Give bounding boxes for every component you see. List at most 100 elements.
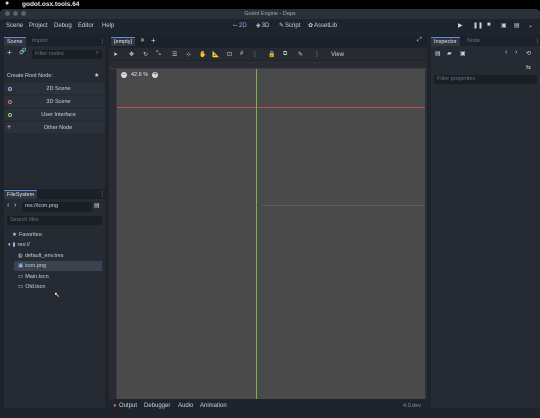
debugger-tab[interactable]: Debugger (144, 403, 170, 409)
tab-scene[interactable]: Scene (4, 37, 26, 46)
rotate-mode-icon[interactable]: ↻ (143, 51, 148, 58)
script-icon: ✎ (279, 23, 285, 29)
menu-help[interactable]: Help (102, 23, 114, 29)
play-custom-scene-icon[interactable]: ▤ (514, 22, 520, 29)
history-back-icon[interactable]: ‹ (505, 49, 507, 56)
file-label: icon.png (25, 263, 46, 269)
more-options-icon[interactable]: ⋮ (314, 51, 320, 58)
scene-tab-empty[interactable]: [empty] (111, 37, 136, 46)
lock-icon[interactable]: 🔒 (268, 51, 275, 58)
workspace-2d-button[interactable]: ⌙ 2D (233, 22, 247, 30)
menu-editor[interactable]: Editor (78, 23, 94, 29)
error-dot-icon: ● (113, 403, 117, 409)
scene-dock: Scene Import ⋮ + 🔗 Filter nodes ⌕ Create… (4, 36, 106, 194)
zoom-in-icon[interactable]: + (152, 72, 159, 78)
menu-project[interactable]: Project (29, 23, 48, 29)
window-titlebar: Godot Engine - Daps (0, 9, 540, 19)
tab-inspector[interactable]: Inspector (431, 37, 460, 46)
group-icon[interactable]: ⧉ (283, 51, 287, 58)
favorites-label: Favorites: (18, 232, 44, 238)
macos-menubar: ● godot.osx.tools.64 (0, 0, 540, 9)
zoom-level[interactable]: 42.6 % (131, 72, 148, 78)
property-tools-icon[interactable]: ⇆ (526, 64, 531, 71)
save-resource-icon[interactable]: ▣ (460, 50, 466, 57)
filesystem-dock: FileSystem ⋮ ‹ › res://icon.png ▤ Search… (4, 189, 106, 408)
favorites-item[interactable]: ★ Favorites: (12, 230, 43, 240)
animation-tab[interactable]: Animation (200, 403, 227, 409)
canvas-viewport[interactable]: − 42.6 % + (117, 69, 425, 406)
filter-properties-input[interactable]: Filter properties (434, 75, 537, 84)
apple-icon[interactable]: ● (5, 0, 9, 7)
workspace-assetlib-button[interactable]: ✿ AssetLib (308, 22, 337, 30)
3d-icon: ◈ (256, 23, 261, 29)
history-forward-icon[interactable]: › (515, 49, 517, 56)
workspace-script-button[interactable]: ✎ Script (279, 22, 301, 30)
workspace-3d-button[interactable]: ◈ 3D (256, 22, 269, 30)
root-3d-scene-button[interactable]: 3D Scene (4, 96, 105, 107)
menu-debug[interactable]: Debug (54, 23, 72, 29)
inspector-menu-icon[interactable]: ⋮ (534, 37, 540, 45)
file-label: default_env.tres (24, 253, 64, 259)
forward-icon[interactable]: › (14, 202, 16, 209)
dock-menu-icon[interactable]: ⋮ (99, 37, 106, 45)
horizontal-ruler[interactable] (109, 61, 427, 69)
instance-scene-icon[interactable]: 🔗 (19, 48, 26, 55)
menu-scene[interactable]: Scene (6, 23, 23, 29)
add-node-icon[interactable]: + (7, 48, 12, 57)
distraction-free-icon[interactable]: ⤢ (417, 37, 422, 44)
new-scene-tab-icon[interactable]: + (151, 36, 156, 45)
close-tab-icon[interactable]: ✕ (140, 37, 145, 44)
output-tab[interactable]: Output (119, 403, 137, 409)
file-item[interactable]: ▭ Old.tscn (18, 282, 45, 292)
zoom-out-icon[interactable]: − (121, 72, 127, 78)
back-icon[interactable]: ‹ (7, 202, 9, 209)
renderer-dropdown-icon[interactable]: ⌄ (528, 22, 533, 29)
scale-mode-icon[interactable]: ⤡ (156, 51, 161, 58)
assetlib-icon: ✿ (308, 23, 314, 29)
grid-snap-icon[interactable]: # (240, 51, 243, 57)
filesystem-menu-icon[interactable]: ⋮ (99, 190, 106, 198)
workspace-2d-label: 2D (239, 22, 247, 29)
pan-mode-icon[interactable]: ✋ (199, 51, 206, 58)
tab-node[interactable]: Node (464, 37, 483, 45)
file-item[interactable]: ▭ Main.tscn (18, 272, 49, 282)
version-label: 4.0.dev (403, 403, 422, 409)
res-root-item[interactable]: ▾ ▮ res:// (8, 240, 30, 250)
search-files-input[interactable]: Search files (7, 216, 102, 225)
pause-icon[interactable]: ❚❚ (473, 22, 483, 29)
audio-tab[interactable]: Audio (178, 403, 193, 409)
app-name: godot.osx.tools.64 (22, 1, 80, 8)
root-user-interface-button[interactable]: User Interface (4, 109, 105, 120)
view-menu[interactable]: View (331, 52, 344, 58)
ruler-mode-icon[interactable]: 📐 (212, 51, 219, 58)
play-scene-icon[interactable]: ▣ (501, 22, 507, 29)
object-history-icon[interactable]: ⟲ (526, 50, 531, 57)
play-icon[interactable]: ▶ (458, 22, 463, 29)
root-other-node-button[interactable]: + Other Node (4, 122, 105, 133)
filesystem-path-input[interactable]: res://icon.png (22, 202, 92, 212)
move-mode-icon[interactable]: ✥ (129, 51, 134, 58)
pivot-mode-icon[interactable]: ⊹ (186, 51, 191, 58)
file-item-selected[interactable]: ▣ icon.png (14, 261, 102, 271)
snap-options-icon[interactable]: ⋮ (252, 51, 258, 58)
list-select-icon[interactable]: ☰ (172, 51, 177, 58)
load-resource-icon[interactable]: ▰ (447, 50, 452, 57)
filter-properties-placeholder: Filter properties (437, 76, 476, 82)
select-mode-icon[interactable]: ➤ (113, 51, 118, 58)
workspace-script-label: Script (285, 22, 301, 29)
stop-icon[interactable]: ■ (487, 22, 491, 28)
image-icon: ▣ (18, 263, 24, 269)
favorites-star-icon[interactable]: ★ (94, 72, 99, 79)
filter-nodes-input[interactable]: Filter nodes ⌕ (32, 50, 102, 59)
search-files-placeholder: Search files (10, 217, 39, 223)
root-2d-scene-button[interactable]: 2D Scene (4, 83, 105, 94)
split-mode-icon[interactable]: ▤ (94, 202, 100, 209)
smart-snap-icon[interactable]: ⊡ (227, 51, 232, 58)
mouse-cursor-icon: ↖ (54, 292, 60, 299)
tab-filesystem[interactable]: FileSystem (4, 190, 38, 199)
tab-import[interactable]: Import (29, 37, 51, 45)
vertical-ruler[interactable] (109, 69, 117, 406)
bone-icon[interactable]: ✎ (298, 51, 303, 58)
new-resource-icon[interactable]: ▤ (435, 50, 441, 57)
file-item[interactable]: ◍ default_env.tres (18, 251, 64, 261)
